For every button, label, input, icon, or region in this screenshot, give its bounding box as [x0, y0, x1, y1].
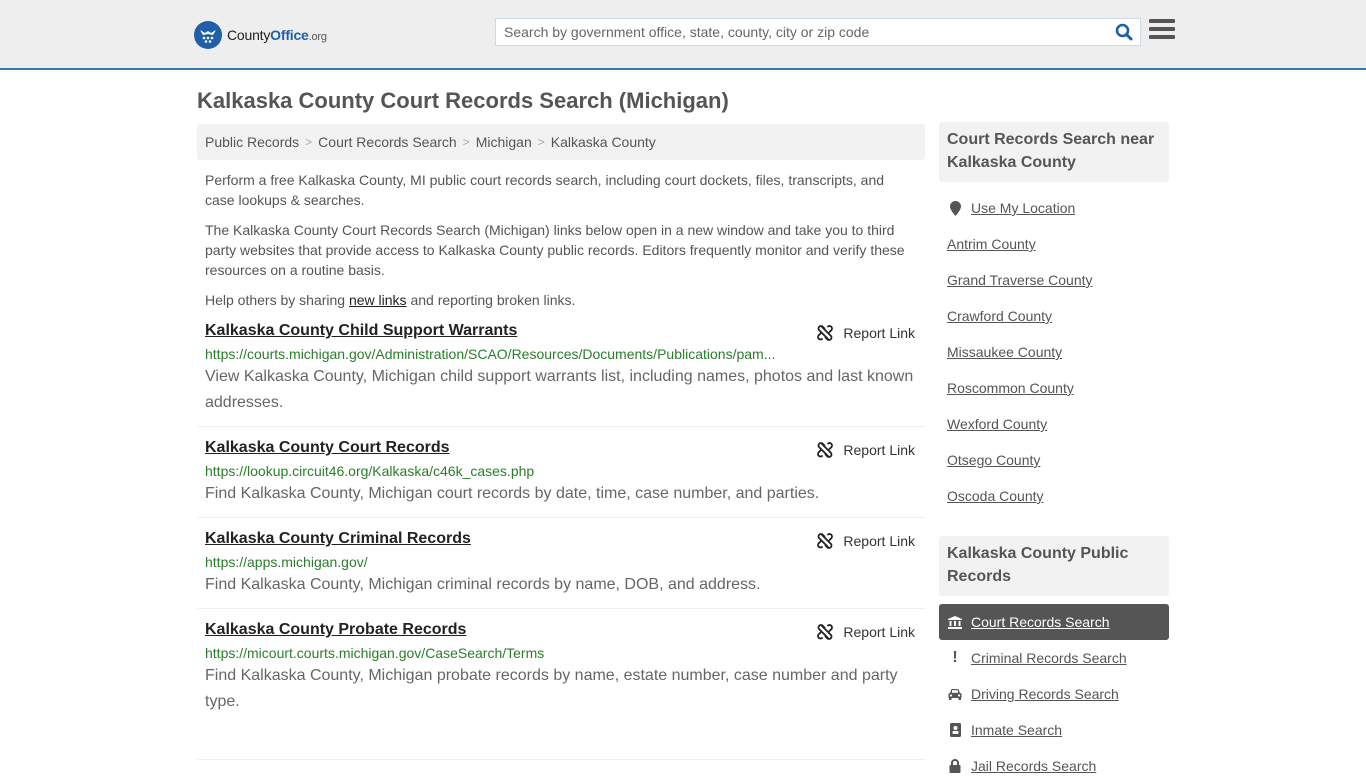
public-records-item-jail[interactable]: Jail Records Search: [939, 748, 1169, 784]
report-link-button[interactable]: Report Link: [817, 624, 915, 640]
result-description: Find Kalkaska County, Michigan criminal …: [205, 576, 761, 593]
broken-link-icon: [817, 442, 834, 458]
nearby-county-link[interactable]: Otsego County: [947, 452, 1040, 468]
search-input[interactable]: [496, 19, 1108, 45]
result-description: Find Kalkaska County, Michigan court rec…: [205, 485, 820, 502]
nearby-county-link[interactable]: Wexford County: [947, 416, 1047, 432]
nearby-county-link[interactable]: Roscommon County: [947, 380, 1074, 396]
breadcrumb: Public Records > Court Records Search > …: [197, 124, 925, 160]
breadcrumb-public-records[interactable]: Public Records: [205, 134, 299, 150]
use-my-location-item: Use My Location: [939, 190, 1169, 226]
car-icon: [947, 688, 963, 700]
breadcrumb-court-records-search[interactable]: Court Records Search: [318, 134, 457, 150]
breadcrumb-separator: >: [537, 135, 545, 149]
result-title-link[interactable]: Kalkaska County Probate Records: [205, 619, 466, 641]
lock-icon: [947, 759, 963, 773]
logo-eagle-icon: [194, 21, 222, 49]
breadcrumb-separator: >: [462, 135, 470, 149]
search-button[interactable]: [1108, 19, 1140, 45]
nearby-county-item: Missaukee County: [939, 334, 1169, 370]
result-description: View Kalkaska County, Michigan child sup…: [205, 368, 914, 411]
nearby-county-link[interactable]: Grand Traverse County: [947, 272, 1093, 288]
public-records-item-criminal[interactable]: ! Criminal Records Search: [939, 640, 1169, 676]
share-links-paragraph: Help others by sharing new links and rep…: [205, 292, 576, 308]
broken-link-icon: [817, 325, 834, 341]
use-my-location-link[interactable]: Use My Location: [971, 200, 1075, 216]
nearby-county-item: Wexford County: [939, 406, 1169, 442]
public-records-link[interactable]: Criminal Records Search: [971, 650, 1127, 666]
public-records-link[interactable]: Jail Records Search: [971, 758, 1096, 774]
nearby-heading: Court Records Search near Kalkaska Count…: [939, 122, 1169, 182]
breadcrumb-separator: >: [305, 135, 313, 149]
result-item: Kalkaska County Child Support Warrants R…: [197, 320, 925, 427]
nearby-county-item: Antrim County: [939, 226, 1169, 262]
intro: Perform a free Kalkaska County, MI publi…: [197, 160, 925, 310]
public-records-list: Court Records Search ! Criminal Records …: [939, 604, 1169, 784]
result-title-link[interactable]: Kalkaska County Criminal Records: [205, 528, 471, 550]
map-pin-icon: [947, 200, 963, 216]
courthouse-icon: [947, 615, 963, 629]
id-badge-icon: [947, 723, 963, 737]
broken-link-icon: [817, 533, 834, 549]
search-box: [495, 18, 1141, 46]
nearby-county-link[interactable]: Antrim County: [947, 236, 1036, 252]
result-description: Find Kalkaska County, Michigan probate r…: [205, 667, 898, 710]
result-url: https://micourt.courts.michigan.gov/Case…: [205, 645, 545, 661]
nearby-county-link[interactable]: Oscoda County: [947, 488, 1044, 504]
search-icon: [1115, 23, 1133, 41]
nearby-county-item: Roscommon County: [939, 370, 1169, 406]
intro-paragraph: The Kalkaska County Court Records Search…: [205, 222, 905, 278]
result-url: https://apps.michigan.gov/: [205, 554, 368, 570]
nearby-county-item: Oscoda County: [939, 478, 1169, 514]
nearby-county-item: Crawford County: [939, 298, 1169, 334]
logo-text: CountyOffice.org: [227, 27, 327, 43]
exclamation-icon: !: [952, 649, 958, 666]
intro-paragraph: Perform a free Kalkaska County, MI publi…: [205, 172, 885, 208]
report-link-button[interactable]: Report Link: [817, 325, 915, 341]
public-records-panel: Kalkaska County Public Records Court Rec…: [939, 536, 1169, 784]
result-title-link[interactable]: Kalkaska County Court Records: [205, 437, 450, 459]
public-records-item-driving[interactable]: Driving Records Search: [939, 676, 1169, 712]
public-records-heading: Kalkaska County Public Records: [939, 536, 1169, 596]
public-records-item-court[interactable]: Court Records Search: [939, 604, 1169, 640]
result-title-link[interactable]: Kalkaska County Child Support Warrants: [205, 320, 517, 342]
breadcrumb-michigan[interactable]: Michigan: [476, 134, 532, 150]
nearby-county-link[interactable]: Missaukee County: [947, 344, 1062, 360]
result-item: Kalkaska County Probate Records Report L…: [197, 609, 925, 760]
public-records-item-inmate[interactable]: Inmate Search: [939, 712, 1169, 748]
breadcrumb-kalkaska-county[interactable]: Kalkaska County: [551, 134, 656, 150]
new-links-link[interactable]: new links: [349, 292, 407, 308]
result-item: Kalkaska County Court Records Report Lin…: [197, 427, 925, 518]
main-content: Public Records > Court Records Search > …: [197, 124, 925, 760]
nearby-county-item: Grand Traverse County: [939, 262, 1169, 298]
nearby-county-item: Otsego County: [939, 442, 1169, 478]
public-records-link[interactable]: Inmate Search: [971, 722, 1062, 738]
report-link-button[interactable]: Report Link: [817, 442, 915, 458]
report-link-button[interactable]: Report Link: [817, 533, 915, 549]
results-list: Kalkaska County Child Support Warrants R…: [197, 320, 925, 760]
nearby-counties-panel: Court Records Search near Kalkaska Count…: [939, 122, 1169, 514]
site-header: CountyOffice.org: [0, 0, 1366, 70]
public-records-link[interactable]: Court Records Search: [971, 614, 1110, 630]
page-title: Kalkaska County Court Records Search (Mi…: [197, 88, 729, 113]
result-item: Kalkaska County Criminal Records Report …: [197, 518, 925, 609]
public-records-link[interactable]: Driving Records Search: [971, 686, 1119, 702]
nearby-county-link[interactable]: Crawford County: [947, 308, 1052, 324]
nearby-counties-list: Use My Location Antrim County Grand Trav…: [939, 190, 1169, 514]
result-url: https://lookup.circuit46.org/Kalkaska/c4…: [205, 463, 535, 479]
logo[interactable]: CountyOffice.org: [194, 21, 327, 49]
hamburger-menu-icon[interactable]: [1149, 19, 1175, 43]
broken-link-icon: [817, 624, 834, 640]
result-url: https://courts.michigan.gov/Administrati…: [205, 346, 776, 362]
